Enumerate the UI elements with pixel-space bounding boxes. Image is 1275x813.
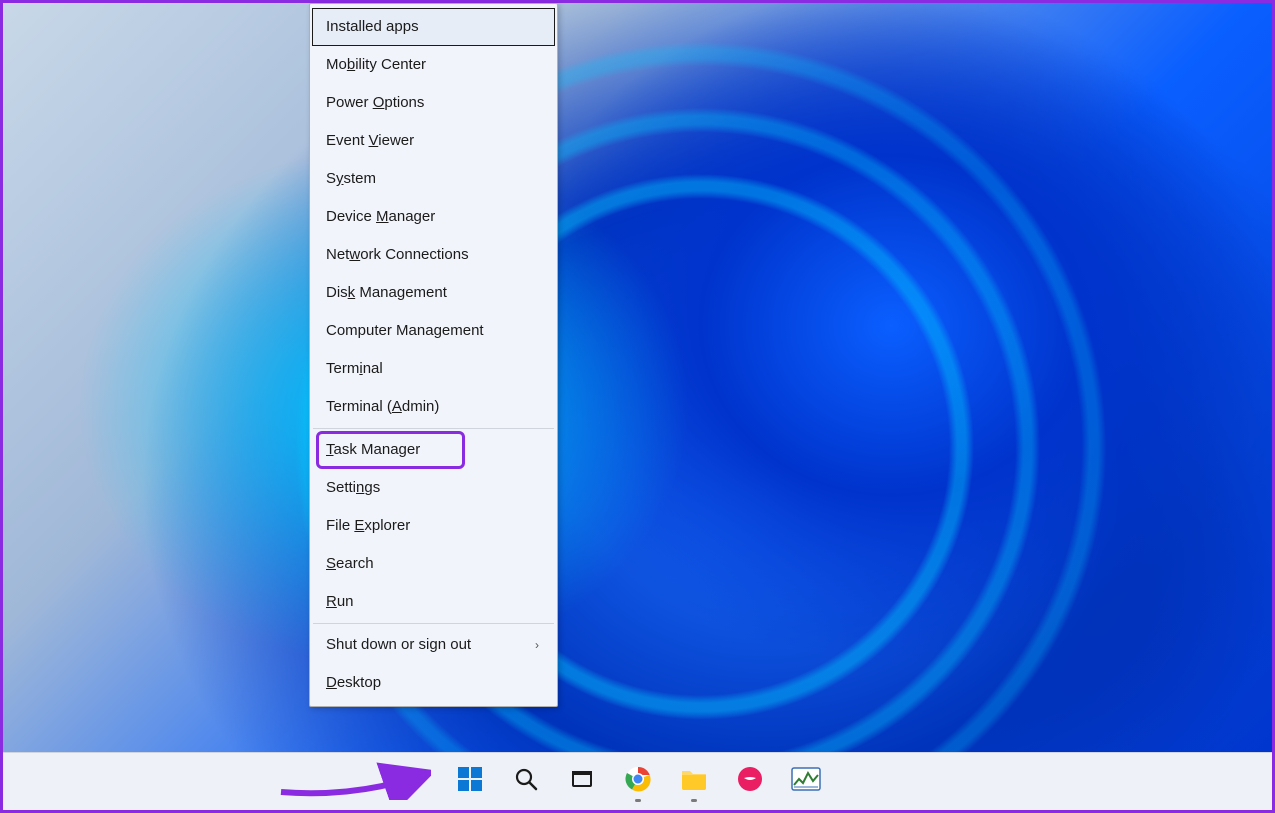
winx-item-label: Shut down or sign out	[326, 636, 471, 654]
winx-item-computer-management[interactable]: Computer Management	[312, 312, 555, 350]
winx-item-label: Search	[326, 555, 374, 573]
perf-monitor-icon	[791, 767, 821, 796]
chevron-right-icon: ›	[535, 638, 539, 652]
winx-item-settings[interactable]: Settings	[312, 469, 555, 507]
winx-item-installed-apps[interactable]: Installed apps	[312, 8, 555, 46]
winx-item-terminal[interactable]: Terminal	[312, 350, 555, 388]
winx-item-label: Task Manager	[326, 441, 420, 459]
winx-item-label: Desktop	[326, 674, 381, 692]
chrome-icon	[624, 765, 652, 798]
desktop-wallpaper[interactable]	[3, 3, 1272, 810]
winx-item-run[interactable]: Run	[312, 583, 555, 621]
winx-item-event-viewer[interactable]: Event Viewer	[312, 122, 555, 160]
winx-context-menu: Installed apps Mobility Center Power Optio…	[309, 3, 558, 707]
menu-separator	[313, 623, 554, 624]
winx-item-label: Event Viewer	[326, 132, 414, 150]
search-button[interactable]	[504, 760, 548, 804]
app-pink-button[interactable]	[728, 760, 772, 804]
winx-item-label: Disk Management	[326, 284, 447, 302]
winx-item-label: Terminal (Admin)	[326, 398, 439, 416]
winx-item-terminal-admin[interactable]: Terminal (Admin)	[312, 388, 555, 426]
winx-item-shut-down-or-sign-out[interactable]: Shut down or sign out ›	[312, 626, 555, 664]
winx-item-disk-management[interactable]: Disk Management	[312, 274, 555, 312]
search-icon	[513, 766, 539, 797]
winx-item-label: Network Connections	[326, 246, 469, 264]
winx-item-label: Installed apps	[326, 18, 419, 36]
winx-item-mobility-center[interactable]: Mobility Center	[312, 46, 555, 84]
winx-item-search[interactable]: Search	[312, 545, 555, 583]
winx-item-task-manager[interactable]: Task Manager	[312, 431, 555, 469]
task-view-button[interactable]	[560, 760, 604, 804]
winx-item-desktop[interactable]: Desktop	[312, 664, 555, 702]
winx-item-file-explorer[interactable]: File Explorer	[312, 507, 555, 545]
winx-item-power-options[interactable]: Power Options	[312, 84, 555, 122]
file-explorer-button[interactable]	[672, 760, 716, 804]
winx-item-label: System	[326, 170, 376, 188]
winx-item-network-connections[interactable]: Network Connections	[312, 236, 555, 274]
pink-circle-icon	[736, 765, 764, 798]
winx-item-system[interactable]: System	[312, 160, 555, 198]
windows-logo-icon	[456, 765, 484, 798]
start-button[interactable]	[448, 760, 492, 804]
winx-item-label: Settings	[326, 479, 380, 497]
taskbar	[3, 752, 1272, 810]
folder-icon	[680, 767, 708, 796]
winx-item-label: Computer Management	[326, 322, 484, 340]
chrome-button[interactable]	[616, 760, 660, 804]
menu-separator	[313, 428, 554, 429]
winx-item-device-manager[interactable]: Device Manager	[312, 198, 555, 236]
winx-item-label: Run	[326, 593, 354, 611]
task-view-icon	[569, 766, 595, 797]
winx-item-label: Mobility Center	[326, 56, 426, 74]
winx-item-label: Terminal	[326, 360, 383, 378]
task-manager-button[interactable]	[784, 760, 828, 804]
winx-item-label: File Explorer	[326, 517, 410, 535]
winx-item-label: Power Options	[326, 94, 424, 112]
winx-item-label: Device Manager	[326, 208, 435, 226]
